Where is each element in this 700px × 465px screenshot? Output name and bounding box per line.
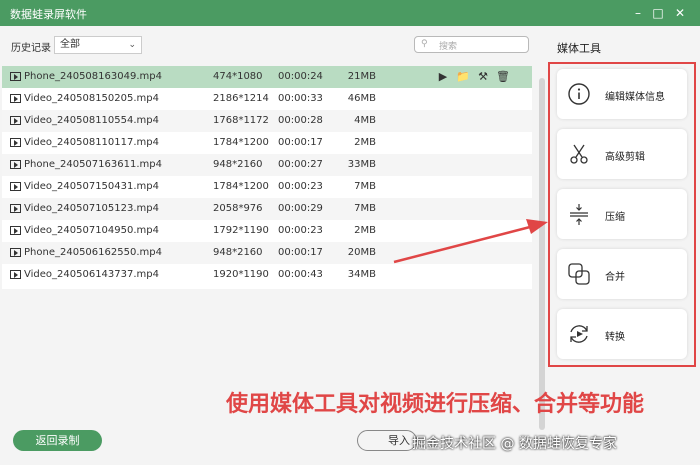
resolution: 1920*1190 — [213, 269, 269, 280]
video-file-icon — [10, 94, 21, 103]
table-row[interactable]: Video_240508110554.mp4 1768*1172 00:00:2… — [2, 110, 532, 132]
video-file-icon — [10, 270, 21, 279]
watermark: 掘金技术社区 @ 数据蛙恢复专家 — [412, 436, 617, 452]
resolution: 2186*1214 — [213, 93, 269, 104]
search-input[interactable]: ⚲ 搜索 — [414, 36, 529, 53]
table-row[interactable]: Video_240508150205.mp4 2186*1214 00:00:3… — [2, 88, 532, 110]
title-bar: 数据蛙录屏软件 – □ ✕ — [0, 0, 700, 26]
table-row[interactable]: Video_240507104950.mp4 1792*1190 00:00:2… — [2, 220, 532, 242]
file-name: Video_240507105123.mp4 — [24, 203, 159, 214]
file-size: 21MB — [347, 71, 376, 82]
window-title: 数据蛙录屏软件 — [10, 8, 87, 21]
file-size: 2MB — [354, 137, 376, 148]
video-file-icon — [10, 72, 21, 81]
info-icon — [568, 83, 590, 105]
recordings-table: Phone_240508163049.mp4 474*1080 00:00:24… — [2, 66, 532, 289]
file-size: 2MB — [354, 225, 376, 236]
filter-value: 全部 — [60, 39, 80, 50]
back-to-record-button[interactable]: 返回录制 — [13, 430, 102, 451]
trash-icon[interactable]: 🗑 — [493, 70, 513, 83]
file-size: 34MB — [347, 269, 376, 280]
video-file-icon — [10, 248, 21, 257]
tool-label: 压缩 — [605, 212, 625, 223]
file-name: Video_240508110117.mp4 — [24, 137, 159, 148]
compress-icon — [570, 204, 588, 225]
table-row[interactable]: Phone_240508163049.mp4 474*1080 00:00:24… — [2, 66, 532, 88]
table-row[interactable]: Video_240506143737.mp4 1920*1190 00:00:4… — [2, 264, 532, 286]
file-size: 4MB — [354, 115, 376, 126]
chevron-down-icon: ⌄ — [128, 40, 136, 50]
table-row[interactable]: Video_240507105123.mp4 2058*976 00:00:29… — [2, 198, 532, 220]
row-actions: ▶ 📁 ⚒ 🗑 — [433, 70, 513, 83]
resolution: 1784*1200 — [213, 137, 269, 148]
resolution: 1784*1200 — [213, 181, 269, 192]
tool-advanced-cut[interactable]: 高级剪辑 — [557, 129, 687, 179]
file-size: 7MB — [354, 181, 376, 192]
import-button[interactable]: 导入 — [357, 430, 417, 451]
resolution: 1768*1172 — [213, 115, 269, 126]
resolution: 2058*976 — [213, 203, 263, 214]
file-name: Phone_240507163611.mp4 — [24, 159, 162, 170]
folder-icon[interactable]: 📁 — [453, 70, 473, 83]
table-row[interactable]: Phone_240507163611.mp4 948*2160 00:00:27… — [2, 154, 532, 176]
close-icon[interactable]: ✕ — [670, 3, 690, 23]
tool-compress[interactable]: 压缩 — [557, 189, 687, 239]
file-name: Video_240506143737.mp4 — [24, 269, 159, 280]
tool-edit-media-info[interactable]: 编辑媒体信息 — [557, 69, 687, 119]
table-row[interactable]: Video_240508110117.mp4 1784*1200 00:00:1… — [2, 132, 532, 154]
history-filter-select[interactable]: 全部 ⌄ — [54, 36, 142, 54]
tool-merge[interactable]: 合并 — [557, 249, 687, 299]
maximize-icon[interactable]: □ — [648, 3, 668, 23]
video-file-icon — [10, 182, 21, 191]
media-tools-title: 媒体工具 — [557, 42, 601, 55]
resolution: 948*2160 — [213, 247, 263, 258]
merge-icon — [568, 263, 590, 285]
minimize-icon[interactable]: – — [628, 3, 648, 23]
video-file-icon — [10, 226, 21, 235]
table-row[interactable]: Phone_240506162550.mp4 948*2160 00:00:17… — [2, 242, 532, 264]
vertical-scrollbar[interactable] — [539, 78, 545, 430]
tool-label: 高级剪辑 — [605, 152, 645, 163]
history-label: 历史记录 — [11, 43, 51, 54]
resolution: 1792*1190 — [213, 225, 269, 236]
import-label: 导入 — [388, 434, 410, 447]
file-size: 20MB — [347, 247, 376, 258]
file-name: Phone_240508163049.mp4 — [24, 71, 162, 82]
file-size: 33MB — [347, 159, 376, 170]
tool-label: 转换 — [605, 332, 625, 343]
video-file-icon — [10, 160, 21, 169]
file-size: 7MB — [354, 203, 376, 214]
file-size: 46MB — [347, 93, 376, 104]
tool-convert[interactable]: 转换 — [557, 309, 687, 359]
table-row[interactable]: Video_240507150431.mp4 1784*1200 00:00:2… — [2, 176, 532, 198]
file-name: Video_240507150431.mp4 — [24, 181, 159, 192]
search-placeholder: 搜索 — [439, 42, 458, 52]
scissors-icon — [570, 144, 588, 164]
tool-label: 编辑媒体信息 — [605, 92, 665, 103]
annotation-text: 使用媒体工具对视频进行压缩、合并等功能 — [226, 392, 645, 417]
search-icon: ⚲ — [421, 39, 428, 49]
convert-icon — [570, 325, 588, 343]
play-icon[interactable]: ▶ — [433, 70, 453, 83]
file-name: Phone_240506162550.mp4 — [24, 247, 162, 258]
video-file-icon — [10, 138, 21, 147]
file-name: Video_240508150205.mp4 — [24, 93, 159, 104]
edit-tool-icon[interactable]: ⚒ — [473, 70, 493, 83]
video-file-icon — [10, 204, 21, 213]
tool-label: 合并 — [605, 272, 625, 283]
file-name: Video_240507104950.mp4 — [24, 225, 159, 236]
resolution: 948*2160 — [213, 159, 263, 170]
video-file-icon — [10, 116, 21, 125]
file-name: Video_240508110554.mp4 — [24, 115, 159, 126]
resolution: 474*1080 — [213, 71, 263, 82]
